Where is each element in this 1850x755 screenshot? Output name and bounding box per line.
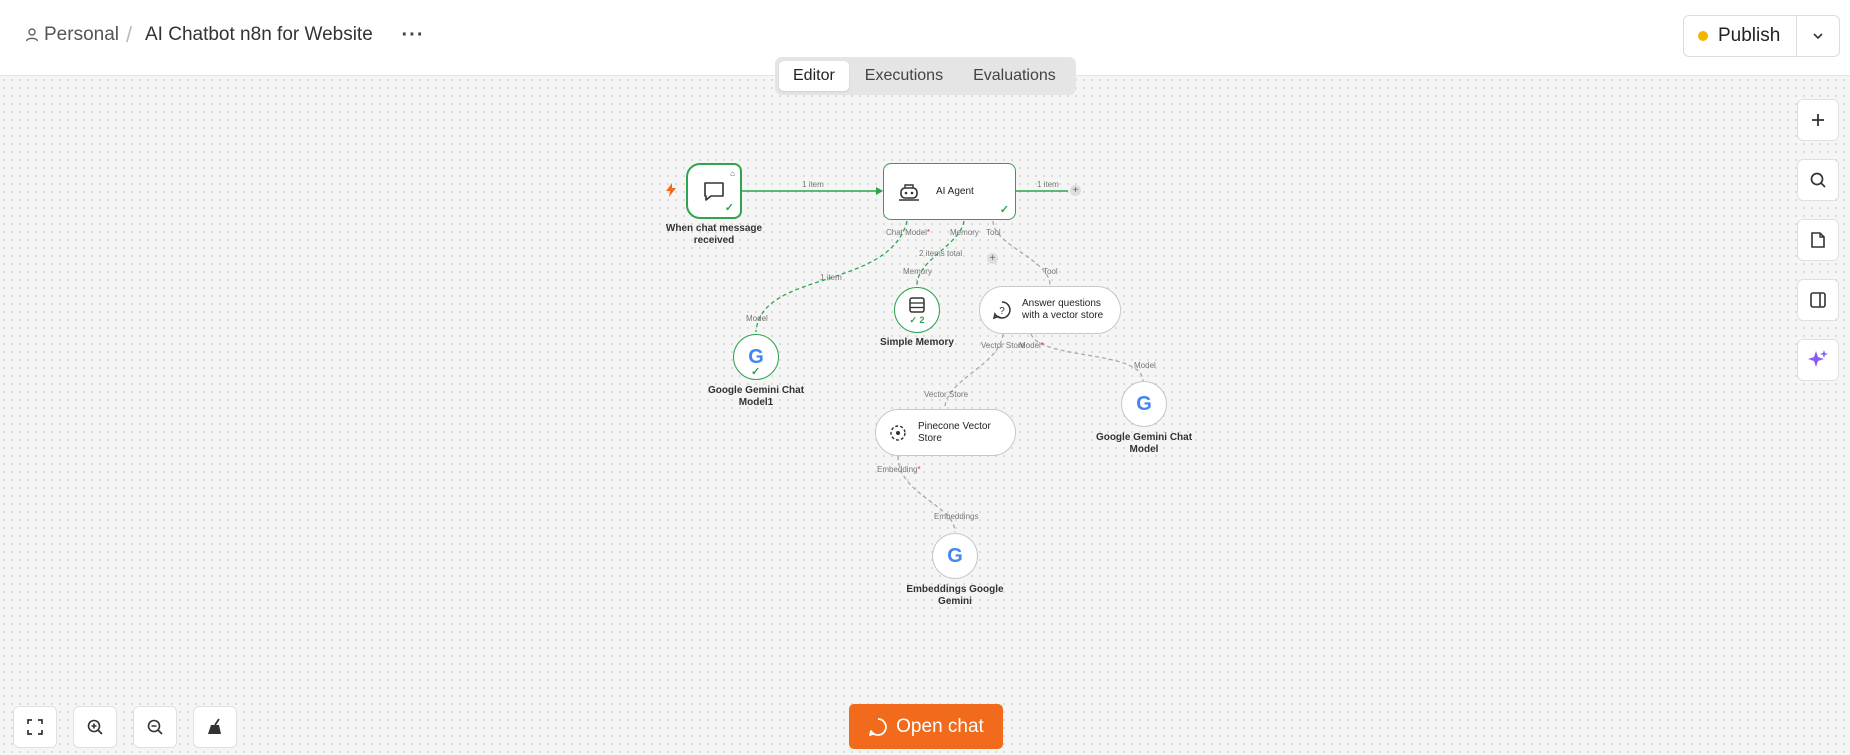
breadcrumb-personal-label: Personal — [44, 24, 119, 45]
port-embedding: Embedding* — [877, 465, 921, 474]
panel-icon — [1810, 292, 1826, 308]
breadcrumb-separator: / — [126, 22, 133, 47]
more-options-button[interactable]: ··· — [400, 20, 426, 50]
node-answer-questions-label: Answer questions with a vector store — [1022, 298, 1104, 321]
node-chat-trigger[interactable]: ✓ ⌂ — [686, 163, 742, 219]
tab-editor[interactable]: Editor — [779, 61, 849, 91]
database-icon — [909, 297, 925, 313]
ai-assistant-button[interactable] — [1797, 339, 1839, 381]
breadcrumb-personal[interactable]: Personal — [24, 24, 119, 46]
node-gemini-chat-model-label: Google Gemini Chat Model — [1095, 432, 1193, 455]
node-pinecone[interactable]: Pinecone Vector Store — [875, 409, 1016, 456]
port-memory-in: Memory — [903, 267, 932, 276]
publish-group: Publish — [1683, 15, 1841, 57]
port-model2: Model* — [1019, 341, 1044, 350]
success-check-icon: ✓ — [751, 366, 761, 378]
node-gemini-chat-model1-label: Google Gemini Chat Model1 — [707, 385, 805, 408]
search-icon — [1810, 172, 1826, 188]
search-nodes-button[interactable] — [1797, 159, 1839, 201]
sparkle-icon — [1808, 350, 1828, 367]
node-embeddings[interactable]: G — [932, 533, 978, 579]
pin-icon: ⌂ — [730, 169, 735, 178]
port-tool-in: Tool — [1043, 267, 1058, 276]
open-chat-button[interactable]: Open chat — [849, 704, 1003, 749]
zoom-in-button[interactable] — [73, 706, 117, 748]
lightning-icon — [666, 183, 676, 197]
note-icon — [1811, 232, 1825, 248]
workflow-title[interactable]: AI Chatbot n8n for Website — [145, 24, 373, 46]
fit-view-icon — [27, 719, 43, 735]
success-check-icon: ✓ — [999, 204, 1009, 216]
plus-icon — [1812, 114, 1824, 126]
port-model-in2: Model — [1134, 361, 1156, 370]
fit-view-button[interactable] — [13, 706, 57, 748]
node-ai-agent[interactable]: AI Agent ✓ — [883, 163, 1016, 220]
node-simple-memory-label: Simple Memory — [880, 337, 954, 348]
pinecone-icon — [890, 424, 906, 441]
chevron-down-icon — [1813, 33, 1823, 40]
tab-executions[interactable]: Executions — [851, 61, 957, 91]
node-gemini-chat-model1[interactable]: G ✓ — [733, 334, 779, 380]
add-node-handle[interactable]: + — [1070, 185, 1081, 196]
broom-icon — [208, 718, 221, 734]
node-chat-trigger-label: When chat message received — [665, 223, 763, 246]
robot-icon — [899, 183, 919, 201]
publish-dropdown-button[interactable] — [1797, 16, 1839, 56]
node-pinecone-label: Pinecone Vector Store — [918, 420, 991, 444]
node-simple-memory[interactable]: ✓ 2 — [894, 287, 940, 333]
open-chat-label: Open chat — [896, 715, 984, 737]
add-node-button[interactable] — [1797, 99, 1839, 141]
edge-label-memory: 2 items total — [919, 249, 963, 258]
success-check-icon: ✓ — [724, 202, 734, 214]
google-icon: G — [1136, 392, 1152, 415]
edge-label-chatmodel: 1 item — [820, 273, 842, 282]
chat-bubble-icon — [704, 182, 724, 201]
svg-text:?: ? — [999, 306, 1005, 317]
port-embeddings-in: Embeddings — [934, 512, 979, 521]
zoom-out-icon — [147, 719, 163, 735]
chat-icon — [869, 717, 887, 736]
port-model-in: Model — [746, 314, 768, 323]
node-answer-questions[interactable]: ? Answer questions with a vector store — [979, 286, 1121, 334]
node-ai-agent-label: AI Agent — [936, 185, 974, 197]
publish-status-dot — [1698, 31, 1708, 41]
publish-button[interactable]: Publish — [1684, 16, 1798, 56]
tidy-up-button[interactable] — [193, 706, 237, 748]
sticky-note-button[interactable] — [1797, 219, 1839, 261]
port-vector-store-in: Vector Store — [924, 390, 969, 399]
port-memory: Memory — [950, 228, 979, 237]
zoom-out-button[interactable] — [133, 706, 177, 748]
node-embeddings-label: Embeddings Google Gemini — [906, 584, 1004, 607]
port-chat-model: Chat Model* — [886, 228, 931, 237]
view-tabs: Editor Executions Evaluations — [775, 57, 1076, 95]
execution-count-badge: ✓ 2 — [909, 315, 925, 325]
user-icon — [25, 28, 39, 42]
port-tool: Tool — [986, 228, 1001, 237]
tab-evaluations[interactable]: Evaluations — [959, 61, 1070, 91]
question-circle-icon: ? — [992, 301, 1011, 320]
add-tool-handle[interactable]: + — [987, 253, 998, 264]
edge-label-agent-out: 1 item — [1037, 180, 1059, 189]
edge-label-trigger-agent: 1 item — [802, 180, 824, 189]
google-icon: G — [947, 544, 963, 567]
node-gemini-chat-model[interactable]: G — [1121, 381, 1167, 427]
toggle-panel-button[interactable] — [1797, 279, 1839, 321]
zoom-in-icon — [87, 719, 103, 735]
publish-label: Publish — [1718, 25, 1781, 46]
